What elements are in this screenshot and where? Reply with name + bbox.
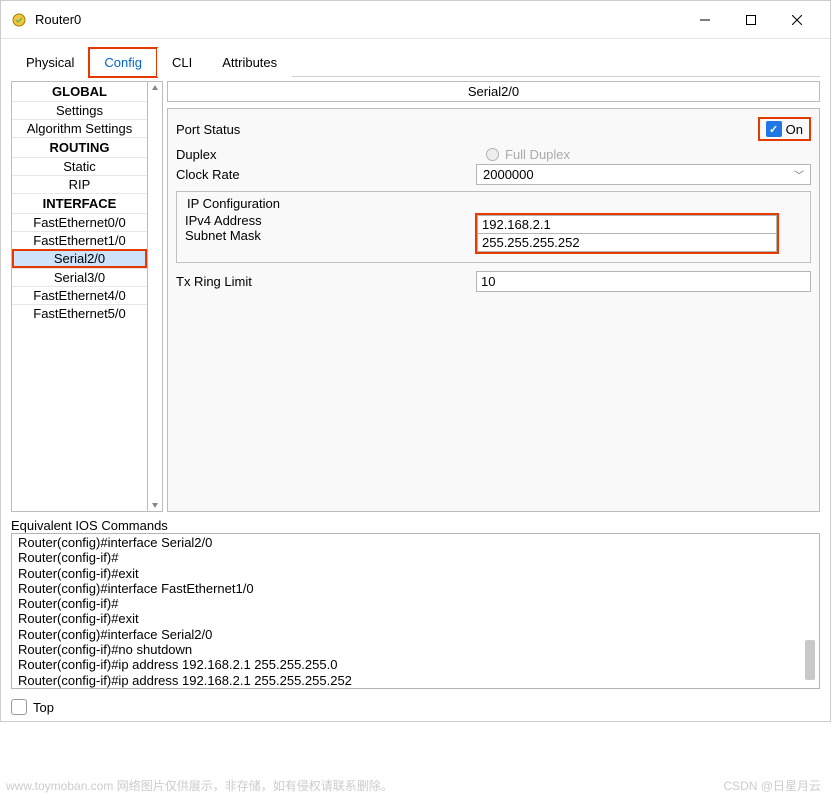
clock-rate-select[interactable]: 2000000 ﹀: [476, 164, 811, 185]
main-area: GLOBAL Settings Algorithm Settings ROUTI…: [11, 81, 820, 512]
sidebar-scrollbar[interactable]: [147, 81, 163, 512]
top-checkbox[interactable]: [11, 699, 27, 715]
maximize-button[interactable]: [728, 5, 774, 35]
ios-scrollbar[interactable]: [803, 536, 817, 686]
sidebar-item-serial30[interactable]: Serial3/0: [12, 268, 147, 286]
tab-bar: Physical Config CLI Attributes: [11, 47, 820, 77]
close-button[interactable]: [774, 5, 820, 35]
watermark-right: CSDN @日星月云: [723, 777, 821, 794]
tx-ring-label: Tx Ring Limit: [176, 274, 476, 289]
panel-title: Serial2/0: [167, 81, 820, 102]
sidebar-wrap: GLOBAL Settings Algorithm Settings ROUTI…: [11, 81, 163, 512]
ios-section: Equivalent IOS Commands Router(config)#i…: [11, 518, 820, 689]
ios-output[interactable]: Router(config)#interface Serial2/0 Route…: [11, 533, 820, 689]
sidebar-item-rip[interactable]: RIP: [12, 175, 147, 193]
tx-ring-input[interactable]: [476, 271, 811, 292]
sidebar-item-fe40[interactable]: FastEthernet4/0: [12, 286, 147, 304]
sidebar-header-routing: ROUTING: [12, 137, 147, 157]
sidebar-header-global: GLOBAL: [12, 82, 147, 101]
port-status-label: Port Status: [176, 122, 758, 137]
sidebar-item-algorithm-settings[interactable]: Algorithm Settings: [12, 119, 147, 137]
sidebar-header-interface: INTERFACE: [12, 193, 147, 213]
app-icon: [11, 12, 27, 28]
top-label: Top: [33, 700, 54, 715]
checkbox-on-icon[interactable]: [766, 121, 782, 137]
sidebar-item-fe00[interactable]: FastEthernet0/0: [12, 213, 147, 231]
ios-label: Equivalent IOS Commands: [11, 518, 820, 533]
tab-config[interactable]: Config: [89, 48, 157, 77]
clock-rate-row: Clock Rate 2000000 ﹀: [176, 164, 811, 191]
port-status-on-label: On: [786, 122, 803, 137]
window-controls: [682, 5, 820, 35]
duplex-label: Duplex: [176, 147, 486, 162]
config-panel: Serial2/0 Port Status On Duplex Full Dup…: [167, 81, 820, 512]
tab-cli[interactable]: CLI: [157, 48, 207, 77]
port-status-toggle[interactable]: On: [758, 117, 811, 141]
watermark-left: www.toymoban.com 网络图片仅供展示，非存储，如有侵权请联系删除。: [6, 777, 393, 794]
port-status-row: Port Status On: [176, 113, 811, 145]
bottom-bar: Top: [1, 693, 830, 721]
chevron-down-icon: ﹀: [794, 167, 804, 182]
mask-label: Subnet Mask: [185, 228, 475, 243]
sidebar-item-fe10[interactable]: FastEthernet1/0: [12, 231, 147, 249]
window: Router0 Physical Config CLI Attributes G…: [0, 0, 831, 722]
mask-input[interactable]: [477, 233, 777, 252]
window-title: Router0: [35, 12, 682, 27]
content-area: Physical Config CLI Attributes GLOBAL Se…: [1, 39, 830, 693]
duplex-row: Duplex Full Duplex: [176, 145, 811, 164]
sidebar-item-settings[interactable]: Settings: [12, 101, 147, 119]
ipv4-label: IPv4 Address: [185, 213, 475, 228]
ip-config-legend: IP Configuration: [185, 196, 802, 211]
scrollbar-thumb[interactable]: [805, 640, 815, 680]
minimize-button[interactable]: [682, 5, 728, 35]
clock-rate-value: 2000000: [483, 167, 534, 182]
sidebar-item-fe50[interactable]: FastEthernet5/0: [12, 304, 147, 322]
duplex-full-label: Full Duplex: [505, 147, 570, 162]
sidebar: GLOBAL Settings Algorithm Settings ROUTI…: [11, 81, 147, 512]
ios-text: Router(config)#interface Serial2/0 Route…: [18, 535, 352, 689]
ip-inputs-highlight: [475, 213, 779, 254]
tab-physical[interactable]: Physical: [11, 48, 89, 77]
duplex-radio-icon: [486, 148, 499, 161]
ipv4-input[interactable]: [477, 215, 777, 234]
titlebar: Router0: [1, 1, 830, 39]
clock-rate-label: Clock Rate: [176, 167, 476, 182]
sidebar-item-static[interactable]: Static: [12, 157, 147, 175]
scroll-up-icon[interactable]: [151, 84, 159, 92]
ip-config-fieldset: IP Configuration IPv4 Address Subnet Mas…: [176, 191, 811, 263]
sidebar-item-serial20[interactable]: Serial2/0: [12, 249, 147, 268]
tab-attributes[interactable]: Attributes: [207, 48, 292, 77]
tx-ring-row: Tx Ring Limit: [176, 271, 811, 292]
scroll-down-icon[interactable]: [151, 501, 159, 509]
panel-body: Port Status On Duplex Full Duplex Clock …: [167, 108, 820, 512]
